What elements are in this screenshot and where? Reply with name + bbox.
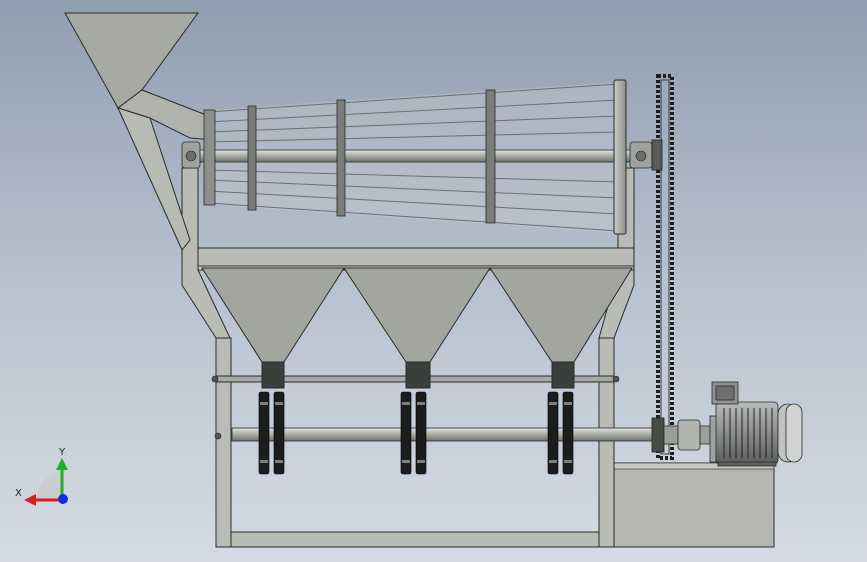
upper-sprocket xyxy=(651,139,663,171)
lower-sprocket xyxy=(651,417,665,453)
trommel-drum xyxy=(195,79,657,235)
right-bearing xyxy=(629,141,653,169)
drum-rib xyxy=(485,89,496,224)
drum-rib xyxy=(247,105,257,211)
hopper-outlet-2 xyxy=(405,361,431,389)
axis-label-x: X xyxy=(15,488,22,499)
discharge-hoppers xyxy=(197,265,635,389)
feed-hopper xyxy=(64,12,199,109)
hopper-outlet-1 xyxy=(261,361,285,389)
coordinate-triad: Y X xyxy=(15,447,68,506)
hopper-outlet-3 xyxy=(551,361,575,389)
drive-chain xyxy=(656,74,674,460)
axis-label-y: Y xyxy=(58,447,66,458)
trommel-screen-drawing: Y X xyxy=(15,12,803,548)
cad-viewport[interactable]: Y X xyxy=(0,0,867,562)
discharge-hopper-2 xyxy=(343,267,491,363)
electric-motor xyxy=(709,381,803,467)
drum-inlet-ring xyxy=(203,109,216,206)
drum-outlet-ring xyxy=(613,79,627,235)
motor-base-box xyxy=(611,462,775,548)
motor-foot xyxy=(717,461,777,467)
drum-shaft xyxy=(195,149,657,163)
left-bearing xyxy=(181,141,201,169)
drum-rib xyxy=(336,99,346,217)
lower-drive-shaft xyxy=(231,427,661,442)
